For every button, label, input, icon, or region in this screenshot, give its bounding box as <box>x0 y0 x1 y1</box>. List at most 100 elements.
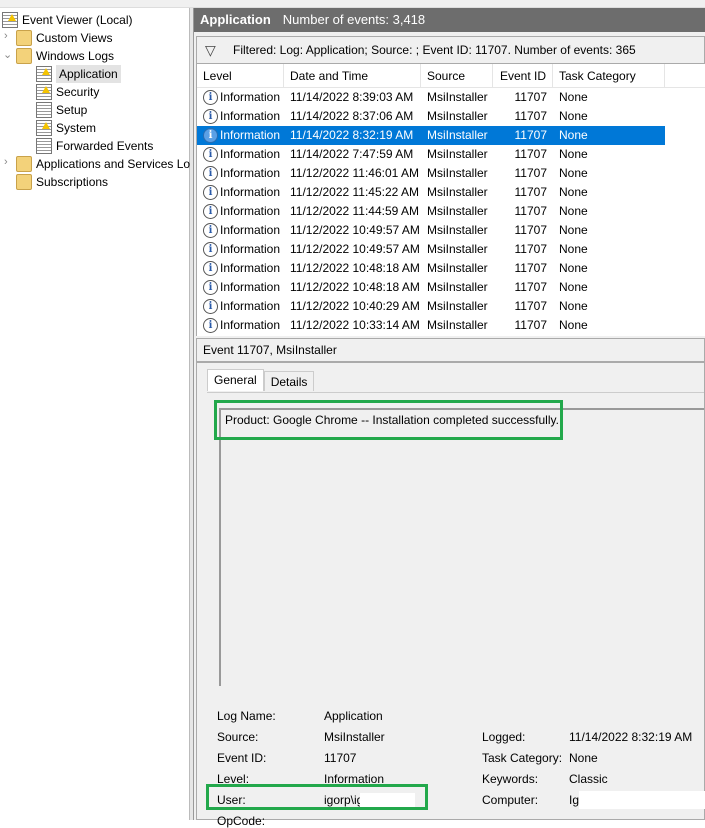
event-row[interactable]: i Information 11/12/2022 11:44:59 AM MsiIns… <box>197 202 705 221</box>
cell-text: 11/12/2022 11:45:22 AM <box>290 185 419 199</box>
tree-label: System <box>56 121 97 135</box>
tree-item-setup[interactable]: Setup <box>36 101 87 119</box>
cell-text: 11707 <box>514 147 547 161</box>
event-row[interactable]: i Information 11/14/2022 8:32:19 AM MsiInst… <box>197 126 665 145</box>
cell-text: None <box>559 280 588 294</box>
information-icon: i <box>203 242 218 257</box>
tree-label: Application <box>56 65 121 83</box>
cell-text: 11707 <box>514 261 547 275</box>
event-row[interactable]: i Information 11/12/2022 11:45:22 AM MsiIns… <box>197 183 705 202</box>
cell-event-id: 11707 <box>493 240 553 259</box>
tab-general[interactable]: General <box>207 369 264 391</box>
cell-date-time: 11/14/2022 8:32:19 AM <box>284 126 421 145</box>
cell-text: 11/12/2022 11:46:01 AM <box>290 166 419 180</box>
cell-date-time: 11/12/2022 10:48:18 AM <box>284 278 421 297</box>
column-event-id[interactable]: Event ID <box>493 64 553 87</box>
event-row[interactable]: i Information 11/12/2022 10:33:14 AM MsiIns… <box>197 316 705 335</box>
log-icon <box>36 102 52 118</box>
information-icon: i <box>203 280 218 295</box>
tree-label: Windows Logs <box>36 49 115 63</box>
column-task-category[interactable]: Task Category <box>553 64 665 87</box>
cell-text: 11707 <box>514 299 547 313</box>
label-source: Source: <box>217 730 259 744</box>
information-icon: i <box>203 204 218 219</box>
cell-task-category: None <box>553 240 665 259</box>
value-logged: 11/14/2022 8:32:19 AM <box>569 730 693 744</box>
subscriptions-icon <box>16 174 32 190</box>
cell-date-time: 11/14/2022 8:37:06 AM <box>284 107 421 126</box>
cell-text: Information <box>220 185 281 199</box>
chevron-right-icon[interactable]: › <box>4 156 14 168</box>
event-title: Event 11707, MsiInstaller <box>197 339 704 363</box>
log-title: Application <box>200 12 271 27</box>
highlight-box-message <box>214 400 563 440</box>
cell-text: Information <box>220 90 281 104</box>
cell-task-category: None <box>553 126 665 145</box>
event-row[interactable]: i Information 11/12/2022 10:48:18 AM MsiIns… <box>197 259 705 278</box>
cell-task-category: None <box>553 145 665 164</box>
filter-text: Filtered: Log: Application; Source: ; Ev… <box>233 43 636 57</box>
tree-item-security[interactable]: Security <box>36 83 99 101</box>
cell-text: 11/14/2022 7:47:59 AM <box>290 147 414 161</box>
tree-item-event-viewer[interactable]: Event Viewer (Local) <box>2 11 133 29</box>
tree-item-custom-views[interactable]: Custom Views <box>16 29 112 47</box>
tab-details[interactable]: Details <box>263 371 315 391</box>
cell-date-time: 11/14/2022 8:39:03 AM <box>284 88 421 107</box>
cell-level: i Information <box>197 240 284 259</box>
cell-task-category: None <box>553 164 665 183</box>
tree-label: Applications and Services Lo <box>36 157 191 171</box>
event-row[interactable]: i Information 11/12/2022 11:46:01 AM MsiIns… <box>197 164 705 183</box>
cell-source: MsiInstaller <box>421 259 493 278</box>
cell-text: MsiInstaller <box>427 147 488 161</box>
event-details-pane: Event 11707, MsiInstaller General Detail… <box>196 338 705 828</box>
cell-text: MsiInstaller <box>427 318 488 332</box>
cell-text: Information <box>220 128 281 142</box>
log-icon <box>36 84 52 100</box>
cell-task-category: None <box>553 183 665 202</box>
tree-item-subscriptions[interactable]: Subscriptions <box>16 173 108 191</box>
cell-task-category: None <box>553 221 665 240</box>
event-row[interactable]: i Information 11/14/2022 8:37:06 AM MsiInst… <box>197 107 705 126</box>
tree-item-application[interactable]: Application <box>36 65 121 83</box>
event-row[interactable]: i Information 11/12/2022 10:48:18 AM MsiIns… <box>197 278 705 297</box>
event-row[interactable]: i Information 11/14/2022 7:47:59 AM MsiInst… <box>197 145 705 164</box>
cell-text: 11707 <box>514 128 547 142</box>
cell-event-id: 11707 <box>493 145 553 164</box>
filter-folder-icon <box>16 30 32 46</box>
filter-bar: ▽ Filtered: Log: Application; Source: ; E… <box>196 36 705 64</box>
event-row[interactable]: i Information 11/14/2022 8:39:03 AM MsiInst… <box>197 88 705 107</box>
cell-text: 11707 <box>514 242 547 256</box>
cell-text: Information <box>220 204 281 218</box>
cell-source: MsiInstaller <box>421 126 493 145</box>
tree-item-apps-services[interactable]: Applications and Services Lo <box>16 155 190 173</box>
information-icon: i <box>203 109 218 124</box>
tree-item-windows-logs[interactable]: Windows Logs <box>16 47 114 65</box>
event-viewer-icon <box>2 12 18 28</box>
cell-date-time: 11/12/2022 10:33:14 AM <box>284 316 421 335</box>
event-row[interactable]: i Information 11/12/2022 10:49:57 AM MsiIns… <box>197 221 705 240</box>
chevron-right-icon[interactable]: › <box>4 30 14 42</box>
event-row[interactable]: i Information 11/12/2022 10:40:29 AM MsiIns… <box>197 297 705 316</box>
tree-item-system[interactable]: System <box>36 119 96 137</box>
cell-level: i Information <box>197 88 284 107</box>
cell-text: 11707 <box>514 223 547 237</box>
column-date-time[interactable]: Date and Time <box>284 64 421 87</box>
chevron-down-icon[interactable]: ⌄ <box>3 48 13 61</box>
cell-level: i Information <box>197 278 284 297</box>
cell-date-time: 11/12/2022 11:44:59 AM <box>284 202 421 221</box>
cell-source: MsiInstaller <box>421 88 493 107</box>
cell-text: Information <box>220 318 281 332</box>
column-source[interactable]: Source <box>421 64 493 87</box>
navigation-tree: Event Viewer (Local) › Custom Views ⌄ Wi… <box>0 8 190 820</box>
event-message[interactable]: Product: Google Chrome -- Installation c… <box>219 408 704 686</box>
cell-source: MsiInstaller <box>421 164 493 183</box>
cell-text: MsiInstaller <box>427 166 488 180</box>
cell-text: 11/12/2022 10:48:18 AM <box>290 261 420 275</box>
cell-level: i Information <box>197 297 284 316</box>
event-row[interactable]: i Information 11/12/2022 10:49:57 AM MsiIns… <box>197 240 705 259</box>
value-source: MsiInstaller <box>324 730 385 744</box>
tree-label: Custom Views <box>36 31 113 45</box>
cell-text: MsiInstaller <box>427 299 488 313</box>
column-level[interactable]: Level <box>197 64 284 87</box>
tree-item-forwarded-events[interactable]: Forwarded Events <box>36 137 153 155</box>
